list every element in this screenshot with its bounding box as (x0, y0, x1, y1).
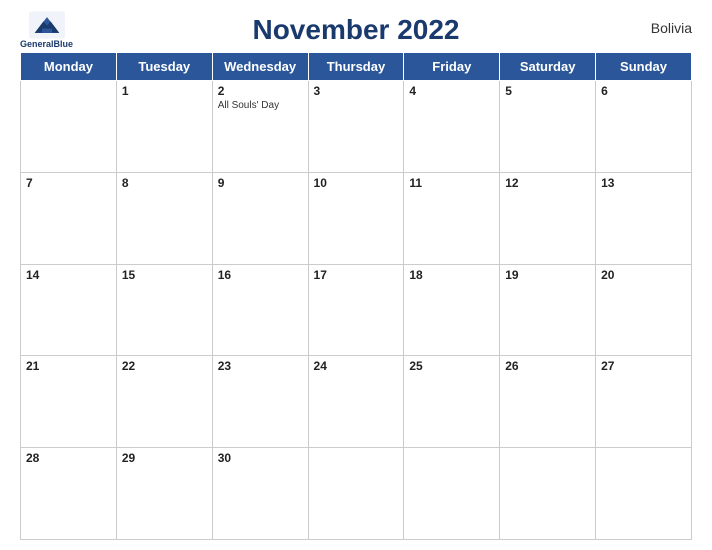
calendar-cell: 24 (308, 356, 404, 448)
day-number: 10 (314, 176, 399, 190)
country-label: Bolivia (651, 20, 692, 36)
day-number: 25 (409, 359, 494, 373)
calendar-cell: 23 (212, 356, 308, 448)
logo: GeneralBlue (20, 11, 73, 50)
calendar-cell: 21 (21, 356, 117, 448)
calendar-cell: 18 (404, 264, 500, 356)
weekday-header-friday: Friday (404, 53, 500, 81)
day-number: 20 (601, 268, 686, 282)
calendar-cell: 2 All Souls' Day (212, 81, 308, 173)
day-number: 13 (601, 176, 686, 190)
calendar-week-row: 28 29 30 (21, 448, 692, 540)
calendar-cell: 1 (116, 81, 212, 173)
calendar-cell: 9 (212, 172, 308, 264)
day-number: 7 (26, 176, 111, 190)
event-text: All Souls' Day (218, 100, 303, 111)
calendar-cell: 22 (116, 356, 212, 448)
calendar-cell: 27 (596, 356, 692, 448)
calendar-week-row: 789 10 11 12 13 (21, 172, 692, 264)
day-number: 26 (505, 359, 590, 373)
day-number: 30 (218, 451, 303, 465)
calendar-cell: 29 (116, 448, 212, 540)
weekday-header-thursday: Thursday (308, 53, 404, 81)
calendar-cell: 30 (212, 448, 308, 540)
calendar-cell: 12 (500, 172, 596, 264)
day-number: 23 (218, 359, 303, 373)
weekday-header-wednesday: Wednesday (212, 53, 308, 81)
logo-text: GeneralBlue (20, 39, 73, 50)
calendar-week-row: 14 15 16 17 18 19 20 (21, 264, 692, 356)
calendar-cell: 19 (500, 264, 596, 356)
day-number: 15 (122, 268, 207, 282)
day-number: 1 (122, 84, 207, 98)
day-number: 8 (122, 176, 207, 190)
calendar-cell (500, 448, 596, 540)
weekday-header-sunday: Sunday (596, 53, 692, 81)
day-number: 28 (26, 451, 111, 465)
calendar-table: MondayTuesdayWednesdayThursdayFridaySatu… (20, 52, 692, 540)
day-number: 18 (409, 268, 494, 282)
calendar-cell: 10 (308, 172, 404, 264)
calendar-cell: 3 (308, 81, 404, 173)
calendar-cell: 6 (596, 81, 692, 173)
day-number: 22 (122, 359, 207, 373)
calendar-cell: 15 (116, 264, 212, 356)
day-number: 14 (26, 268, 111, 282)
calendar-cell: 28 (21, 448, 117, 540)
day-number: 2 (218, 84, 303, 98)
day-number: 27 (601, 359, 686, 373)
day-number: 6 (601, 84, 686, 98)
calendar-cell: 20 (596, 264, 692, 356)
calendar-cell: 14 (21, 264, 117, 356)
calendar-cell: 8 (116, 172, 212, 264)
calendar-week-row: 21 22 23 24 25 26 27 (21, 356, 692, 448)
day-number: 21 (26, 359, 111, 373)
day-number: 5 (505, 84, 590, 98)
calendar-cell: 11 (404, 172, 500, 264)
calendar-cell (404, 448, 500, 540)
day-number: 29 (122, 451, 207, 465)
day-number: 3 (314, 84, 399, 98)
calendar-cell: 16 (212, 264, 308, 356)
day-number: 16 (218, 268, 303, 282)
day-number: 24 (314, 359, 399, 373)
day-number: 19 (505, 268, 590, 282)
calendar-cell: 13 (596, 172, 692, 264)
day-number: 4 (409, 84, 494, 98)
weekday-header-saturday: Saturday (500, 53, 596, 81)
day-number: 12 (505, 176, 590, 190)
calendar-cell (308, 448, 404, 540)
calendar-cell: 4 (404, 81, 500, 173)
calendar-cell: 26 (500, 356, 596, 448)
day-number: 17 (314, 268, 399, 282)
calendar-cell (596, 448, 692, 540)
day-number: 11 (409, 176, 494, 190)
month-title: November 2022 (252, 14, 459, 46)
calendar-cell (21, 81, 117, 173)
calendar-cell: 17 (308, 264, 404, 356)
calendar-cell: 25 (404, 356, 500, 448)
day-number: 9 (218, 176, 303, 190)
calendar-header: GeneralBlue November 2022 Bolivia (20, 10, 692, 46)
calendar-cell: 5 (500, 81, 596, 173)
calendar-week-row: 12 All Souls' Day 3456 (21, 81, 692, 173)
calendar-cell: 7 (21, 172, 117, 264)
weekday-header-tuesday: Tuesday (116, 53, 212, 81)
weekday-header-monday: Monday (21, 53, 117, 81)
calendar-header-row: MondayTuesdayWednesdayThursdayFridaySatu… (21, 53, 692, 81)
